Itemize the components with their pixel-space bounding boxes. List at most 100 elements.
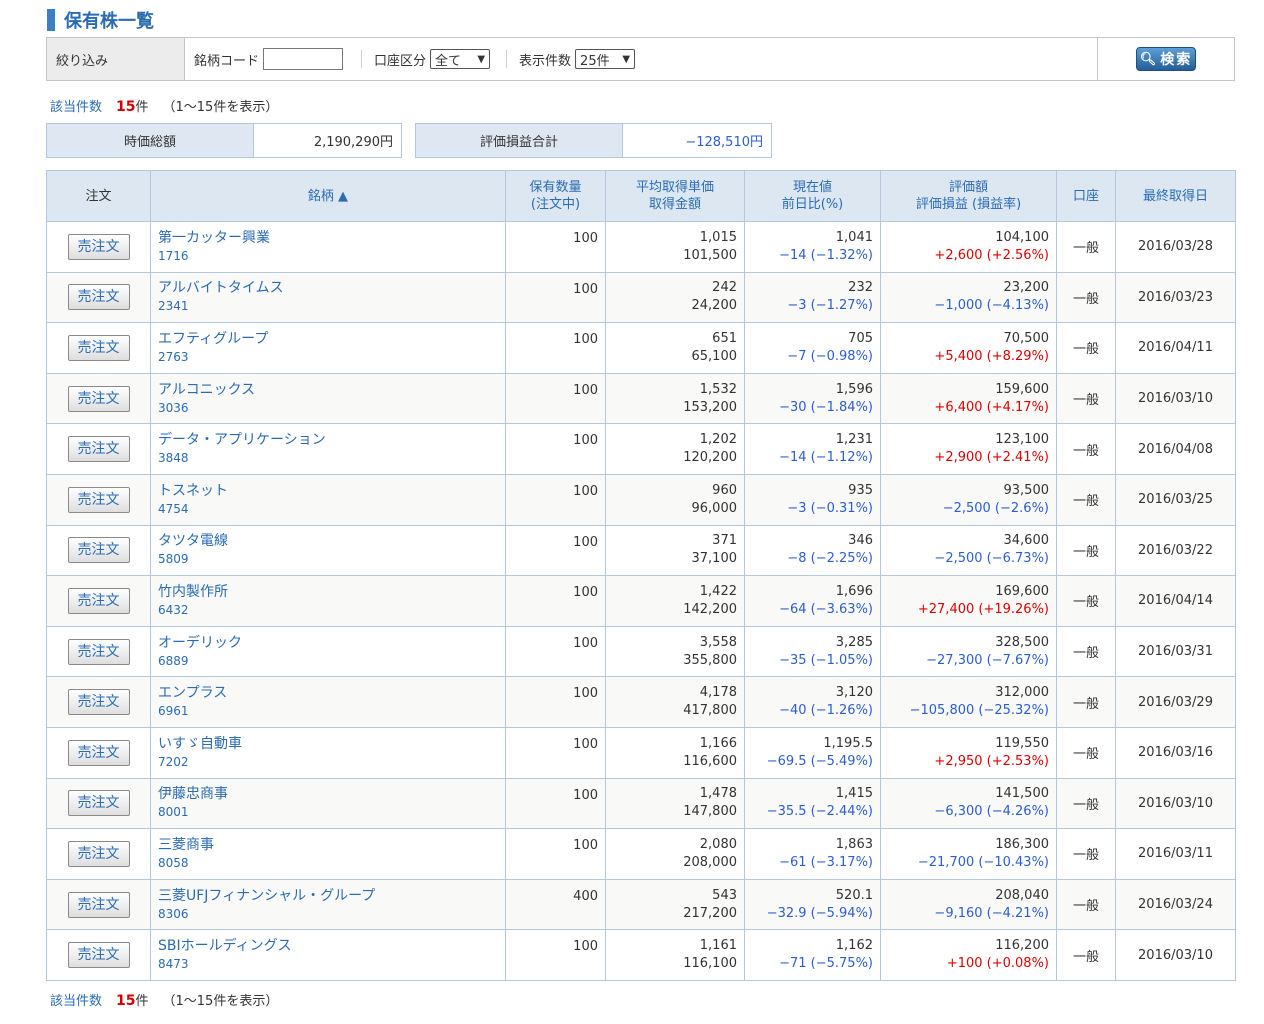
stock-name-link[interactable]: SBIホールディングス xyxy=(158,937,498,955)
stock-name-link[interactable]: オーデリック xyxy=(158,634,498,652)
account-cell: 一般 xyxy=(1056,929,1116,981)
filter-fields: 銘柄コード 口座区分 全て ▼ 表示件数 25件 ▼ xyxy=(185,38,1097,80)
last-acquired-date: 2016/03/16 xyxy=(1115,726,1236,779)
avg-price: 371 xyxy=(712,533,737,549)
stock-code: 1716 xyxy=(158,248,189,263)
sell-order-button[interactable]: 売注文 xyxy=(67,233,130,260)
table-row: 売注文 エンプラス 6961 100 4,178 417,800 3,120 −40 (−1.… xyxy=(46,676,1236,728)
stock-cell: 竹内製作所 6432 xyxy=(150,575,506,627)
stock-cell: エンプラス 6961 xyxy=(150,676,506,728)
sell-order-button[interactable]: 売注文 xyxy=(67,739,130,766)
stock-cell: 三菱UFJフィナンシャル・グループ 8306 xyxy=(150,878,506,931)
col-valuation[interactable]: 評価額 評価損益 (損益率) xyxy=(880,170,1057,222)
sell-order-button[interactable]: 売注文 xyxy=(67,334,130,361)
last-acquired-date: 2016/04/14 xyxy=(1115,575,1236,627)
table-row: 売注文 第一カッター興業 1716 100 1,015 101,500 1,041 −14 (… xyxy=(46,221,1236,273)
price-cell: 705 −7 (−0.98%) xyxy=(744,322,881,374)
stock-code: 4754 xyxy=(158,501,189,516)
col-date[interactable]: 最終取得日 xyxy=(1115,170,1236,222)
stock-cell: 伊藤忠商事 8001 xyxy=(150,777,506,830)
divider xyxy=(506,50,508,68)
stock-name-link[interactable]: エンプラス xyxy=(158,684,498,702)
valuation-cell: 116,200 +100 (+0.08%) xyxy=(880,929,1057,981)
avg-price: 4,178 xyxy=(699,685,737,701)
avg-cost-cell: 1,532 153,200 xyxy=(605,372,745,425)
current-price: 3,285 xyxy=(835,634,873,650)
col-avg[interactable]: 平均取得単価 取得金額 xyxy=(605,170,745,222)
profit-loss: +2,900 (+2.41%) xyxy=(934,450,1049,466)
stock-code: 7202 xyxy=(158,754,189,769)
sell-order-button[interactable]: 売注文 xyxy=(67,689,130,716)
cost-amount: 96,000 xyxy=(691,500,738,516)
account-select[interactable]: 全て ▼ xyxy=(430,49,491,69)
valuation-amount: 312,000 xyxy=(995,685,1049,701)
valuation-amount: 70,500 xyxy=(1003,330,1050,346)
code-input[interactable] xyxy=(263,48,344,70)
stock-code: 2763 xyxy=(158,349,189,364)
hits-range: （1～15件を表示） xyxy=(162,994,279,1009)
avg-price: 2,080 xyxy=(699,836,737,852)
stock-name-link[interactable]: 三菱UFJフィナンシャル・グループ xyxy=(158,887,498,905)
search-button-cell: 🔍︎ 検索 xyxy=(1097,38,1234,80)
sell-order-button[interactable]: 売注文 xyxy=(67,840,130,867)
avg-cost-cell: 371 37,100 xyxy=(605,524,745,577)
col-account-label: 口座 xyxy=(1072,188,1099,204)
stock-code: 8306 xyxy=(158,906,189,921)
avg-cost-cell: 4,178 417,800 xyxy=(605,676,745,728)
stock-name-link[interactable]: 三菱商事 xyxy=(158,836,498,854)
qty-cell: 100 xyxy=(505,828,606,880)
avg-price: 960 xyxy=(712,482,737,498)
order-cell: 売注文 xyxy=(46,676,151,728)
stock-name-link[interactable]: エフティグループ xyxy=(158,330,498,348)
qty-cell: 100 xyxy=(505,322,606,374)
sell-order-button[interactable]: 売注文 xyxy=(67,436,130,463)
last-acquired-date: 2016/03/11 xyxy=(1115,828,1236,880)
account-cell: 一般 xyxy=(1056,828,1116,880)
avg-price: 1,015 xyxy=(699,229,737,245)
result-count-top: 該当件数 15件 （1～15件を表示） xyxy=(50,96,278,115)
order-cell: 売注文 xyxy=(46,221,151,273)
col-price[interactable]: 現在値 前日比(%) xyxy=(744,170,881,222)
col-account[interactable]: 口座 xyxy=(1056,170,1116,222)
stock-name-link[interactable]: 伊藤忠商事 xyxy=(158,785,498,803)
stock-name-link[interactable]: アルバイトタイムス xyxy=(158,279,498,297)
stock-code: 2341 xyxy=(158,299,189,314)
avg-cost-cell: 1,422 142,200 xyxy=(605,575,745,627)
sell-order-button[interactable]: 売注文 xyxy=(67,638,130,665)
col-order: 注文 xyxy=(46,170,151,222)
sell-order-button[interactable]: 売注文 xyxy=(67,486,130,513)
sell-order-button[interactable]: 売注文 xyxy=(67,942,130,969)
stock-name-link[interactable]: 竹内製作所 xyxy=(158,583,498,601)
sell-order-button[interactable]: 売注文 xyxy=(67,891,130,918)
valuation-cell: 159,600 +6,400 (+4.17%) xyxy=(880,372,1057,425)
stock-name-link[interactable]: トスネット xyxy=(158,482,498,500)
sell-order-button[interactable]: 売注文 xyxy=(67,537,130,564)
valuation-amount: 104,100 xyxy=(995,229,1049,245)
sell-order-button[interactable]: 売注文 xyxy=(67,385,130,412)
cost-amount: 65,100 xyxy=(691,348,738,364)
title-marker xyxy=(47,9,55,31)
col-name[interactable]: 銘柄 ▲ xyxy=(150,170,506,222)
sell-order-button[interactable]: 売注文 xyxy=(67,790,130,817)
stock-code: 6961 xyxy=(158,704,189,719)
profit-loss: +100 (+0.08%) xyxy=(946,956,1049,972)
account-cell: 一般 xyxy=(1056,322,1116,374)
stock-name-link[interactable]: いすゞ自動車 xyxy=(158,735,498,753)
stock-name-link[interactable]: タツタ電線 xyxy=(158,532,498,550)
sell-order-button[interactable]: 売注文 xyxy=(67,284,130,311)
count-select[interactable]: 25件 ▼ xyxy=(575,49,636,69)
stock-cell: 第一カッター興業 1716 xyxy=(150,221,506,273)
stock-name-link[interactable]: アルコニックス xyxy=(158,381,498,399)
order-cell: 売注文 xyxy=(46,575,151,627)
search-button[interactable]: 🔍︎ 検索 xyxy=(1136,47,1196,71)
account-label: 口座区分 xyxy=(374,53,427,69)
col-qty[interactable]: 保有数量 (注文中) xyxy=(505,170,606,222)
hits-range: （1～15件を表示） xyxy=(162,100,279,115)
sell-order-button[interactable]: 売注文 xyxy=(67,587,130,614)
stock-name-link[interactable]: 第一カッター興業 xyxy=(158,229,498,247)
stock-name-link[interactable]: データ・アプリケーション xyxy=(158,431,498,449)
price-cell: 1,195.5 −69.5 (−5.49%) xyxy=(744,726,881,779)
profit-loss: −2,500 (−6.73%) xyxy=(934,551,1049,567)
price-cell: 520.1 −32.9 (−5.94%) xyxy=(744,878,881,931)
cost-amount: 217,200 xyxy=(683,905,737,921)
